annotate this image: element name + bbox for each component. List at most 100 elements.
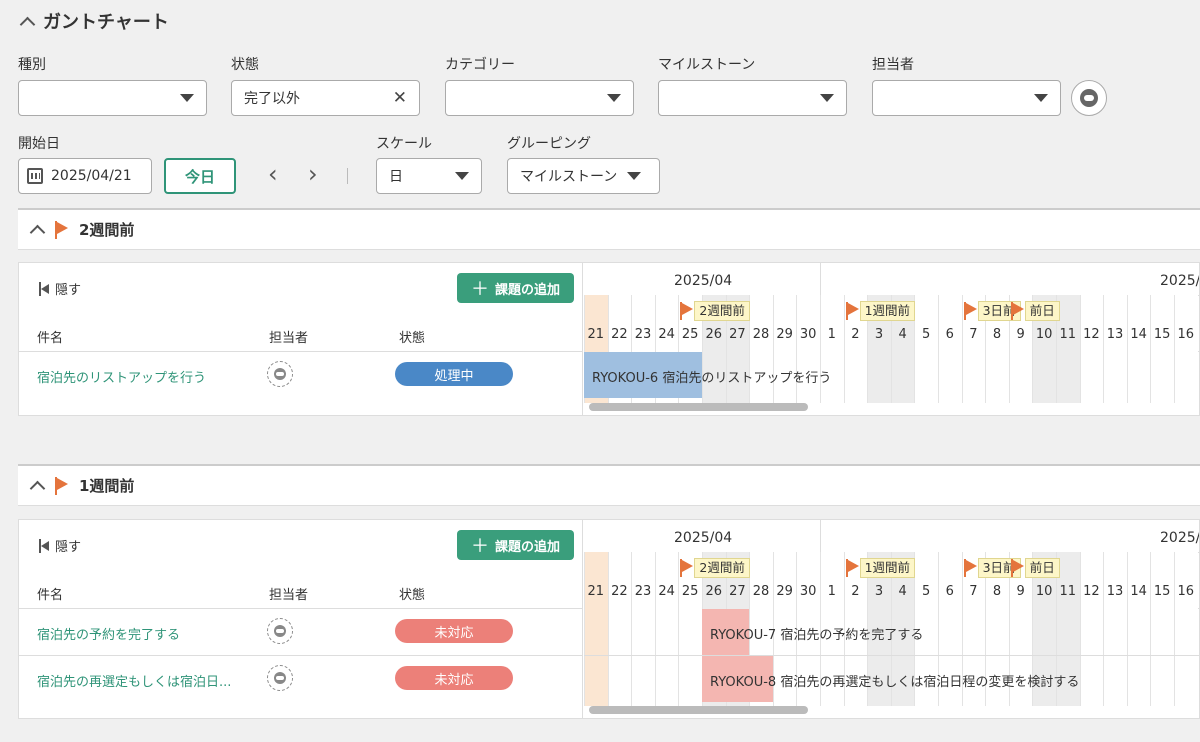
milestone-marker[interactable]: 前日 xyxy=(1010,558,1060,578)
day-number: 29 xyxy=(776,327,793,342)
day-number: 5 xyxy=(922,584,931,599)
day-number: 13 xyxy=(1106,327,1124,342)
plus-icon: ＋ xyxy=(470,536,489,557)
scale-select[interactable]: 日 xyxy=(376,158,482,194)
day-number: 5 xyxy=(922,327,931,342)
day-number: 22 xyxy=(611,584,628,599)
type-label: 種別 xyxy=(18,57,46,73)
day-number: 10 xyxy=(1035,327,1053,342)
day-number: 11 xyxy=(1059,584,1077,599)
status-select[interactable]: 完了以外 ✕ xyxy=(231,80,420,116)
horizontal-scrollbar[interactable] xyxy=(589,403,808,411)
chevron-up-icon[interactable] xyxy=(29,480,46,497)
day-column xyxy=(914,295,938,403)
milestone-flag-icon xyxy=(963,302,977,320)
milestone-marker[interactable]: 前日 xyxy=(1010,301,1060,321)
month-label: 2025/04 xyxy=(674,530,733,546)
task-link[interactable]: 宿泊先のリストアップを行う xyxy=(37,367,206,386)
day-number: 16 xyxy=(1177,327,1195,342)
start-date-input[interactable]: 2025/04/21 xyxy=(18,158,152,194)
day-column xyxy=(1103,295,1127,403)
day-number: 26 xyxy=(705,327,723,342)
group-title: 2週間前 xyxy=(79,221,135,239)
caret-down-icon xyxy=(627,172,642,180)
milestone-flag-icon xyxy=(680,559,694,577)
divider xyxy=(19,655,582,656)
add-issue-button[interactable]: ＋課題の追加 xyxy=(457,273,574,303)
assignee-avatar[interactable] xyxy=(267,618,293,644)
column-name: 件名 xyxy=(37,331,64,346)
user-avatar-icon xyxy=(274,368,286,380)
grouping-select[interactable]: マイルストーン xyxy=(507,158,660,194)
chevron-up-icon[interactable] xyxy=(29,224,46,241)
prev-icon[interactable]: ‹ xyxy=(268,160,278,188)
status-badge: 処理中 xyxy=(395,362,513,386)
assignee-avatar[interactable] xyxy=(267,361,293,387)
arrow-left-icon xyxy=(41,283,49,294)
caret-down-icon xyxy=(455,172,469,180)
task-list: 隠す ＋課題の追加 件名 担当者 状態 宿泊先のリストアップを行う 処理中 xyxy=(19,263,583,415)
assignee-avatar[interactable] xyxy=(267,665,293,691)
milestone-marker[interactable]: 2週間前 xyxy=(680,301,750,321)
add-issue-button[interactable]: ＋課題の追加 xyxy=(457,530,574,560)
day-number: 25 xyxy=(681,327,699,342)
task-bar-label: RYOKOU-7 宿泊先の予約を完了する xyxy=(710,628,924,643)
day-column xyxy=(938,295,962,403)
day-column xyxy=(1174,552,1198,706)
hide-button[interactable]: 隠す xyxy=(39,536,81,555)
day-number: 30 xyxy=(799,327,817,342)
day-number: 23 xyxy=(634,584,652,599)
task-link[interactable]: 宿泊先の再選定もしくは宿泊日... xyxy=(37,671,231,690)
gantt-section-title[interactable]: ガントチャート xyxy=(19,8,169,34)
caret-down-icon xyxy=(607,94,621,102)
milestone-flag-icon xyxy=(55,220,68,239)
group-title: 1週間前 xyxy=(79,477,135,495)
day-number: 26 xyxy=(705,584,723,599)
clear-icon[interactable]: ✕ xyxy=(393,88,407,108)
milestone-select[interactable] xyxy=(658,80,847,116)
day-column xyxy=(1079,295,1104,403)
start-date-label: 開始日 xyxy=(18,136,60,152)
day-number: 6 xyxy=(945,584,954,599)
day-number: 12 xyxy=(1083,327,1100,342)
month-label: 2025/04 xyxy=(674,273,733,289)
group-header[interactable]: 2週間前 xyxy=(18,208,1200,250)
day-column xyxy=(1150,552,1174,706)
day-column xyxy=(749,295,773,403)
status-label: 状態 xyxy=(231,57,259,73)
group-header[interactable]: 1週間前 xyxy=(18,464,1200,506)
day-number: 15 xyxy=(1153,584,1171,599)
assignee-select[interactable] xyxy=(872,80,1061,116)
day-number: 21 xyxy=(587,327,605,342)
chevron-up-icon[interactable] xyxy=(19,16,36,32)
day-number: 1 xyxy=(827,327,836,342)
day-column xyxy=(584,552,608,706)
milestone-marker[interactable]: 1週間前 xyxy=(845,558,916,578)
milestone-label: マイルストーン xyxy=(658,57,756,73)
category-select[interactable] xyxy=(445,80,634,116)
today-button[interactable]: 今日 xyxy=(164,158,236,194)
divider xyxy=(584,655,1199,656)
next-icon[interactable]: › xyxy=(308,160,318,188)
horizontal-scrollbar[interactable] xyxy=(589,706,808,714)
myself-assignee-button[interactable] xyxy=(1071,80,1107,116)
day-number: 25 xyxy=(681,584,699,599)
day-number: 1 xyxy=(827,584,836,599)
milestone-label: 2週間前 xyxy=(694,558,750,578)
day-column xyxy=(1150,295,1174,403)
task-link[interactable]: 宿泊先の予約を完了する xyxy=(37,624,180,643)
column-status: 状態 xyxy=(399,588,426,603)
milestone-marker[interactable]: 1週間前 xyxy=(845,301,916,321)
milestone-marker[interactable]: 2週間前 xyxy=(680,558,750,578)
hide-button[interactable]: 隠す xyxy=(39,279,81,298)
day-number: 3 xyxy=(874,327,884,342)
caret-down-icon xyxy=(1034,94,1048,102)
user-avatar-icon xyxy=(1080,89,1098,107)
type-select[interactable] xyxy=(18,80,207,116)
milestone-label: 1週間前 xyxy=(859,558,916,578)
divider xyxy=(19,608,582,609)
column-assignee: 担当者 xyxy=(269,588,309,603)
day-number: 29 xyxy=(776,584,793,599)
milestone-label: 2週間前 xyxy=(694,301,750,321)
day-number: 11 xyxy=(1059,327,1077,342)
